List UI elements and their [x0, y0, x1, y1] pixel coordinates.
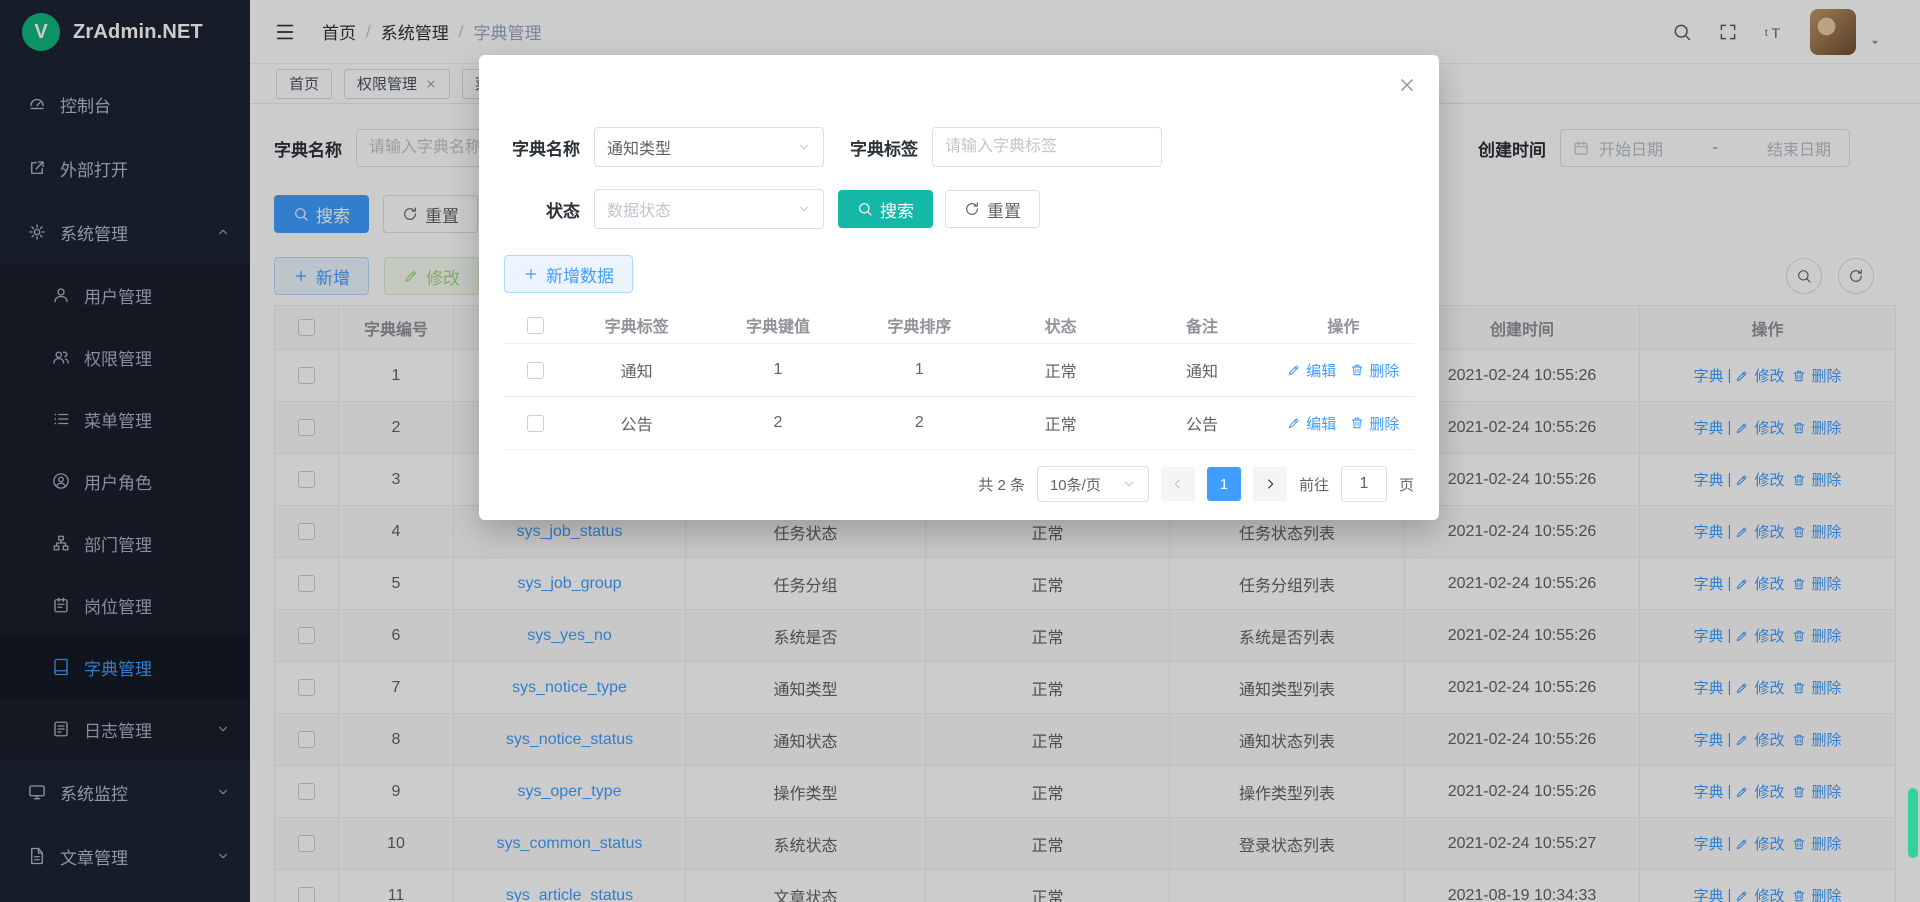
search-icon	[857, 201, 873, 217]
row-delete-link[interactable]: 删除	[1350, 413, 1399, 434]
dict-tag-label: 字典标签	[850, 135, 918, 160]
dict-data-row: 通知11正常通知编辑删除	[504, 344, 1414, 397]
add-dict-data-button[interactable]: 新增数据	[504, 255, 633, 293]
cell-status: 正常	[990, 344, 1131, 396]
plus-icon	[523, 266, 539, 282]
dialog-col: 字典标签	[566, 307, 707, 343]
dialog-filter-row-2: 状态 数据状态 搜索 重置	[504, 189, 1414, 229]
dialog-col: 操作	[1273, 307, 1414, 343]
pagination: 共 2 条 10条/页 1 前往 页	[504, 466, 1414, 502]
edit-icon	[1287, 416, 1301, 430]
refresh-icon	[964, 201, 980, 217]
cell-remark: 通知	[1131, 344, 1272, 396]
row-checkbox[interactable]	[527, 415, 544, 432]
dialog-col: 备注	[1131, 307, 1272, 343]
chevron-down-icon	[797, 202, 811, 216]
chevron-down-icon	[1122, 477, 1136, 491]
cell-status: 正常	[990, 397, 1131, 449]
page-1-button[interactable]: 1	[1207, 467, 1241, 501]
row-delete-link[interactable]: 删除	[1350, 360, 1399, 381]
next-page-button[interactable]	[1253, 467, 1287, 501]
dict-name-label: 字典名称	[504, 135, 580, 160]
goto-label: 前往	[1299, 474, 1329, 495]
dict-name-select[interactable]: 通知类型	[594, 127, 824, 167]
plus-icon	[523, 266, 539, 282]
cell-sort: 2	[849, 397, 990, 449]
dialog-col: 字典排序	[849, 307, 990, 343]
chevron-down-icon	[1122, 477, 1136, 491]
chevron-down-icon	[797, 202, 811, 216]
dict-tag-input[interactable]	[932, 127, 1162, 167]
page-size-select[interactable]: 10条/页	[1037, 466, 1149, 502]
cell-remark: 公告	[1131, 397, 1272, 449]
select-all-checkbox[interactable]	[527, 317, 544, 334]
trash-icon	[1350, 416, 1364, 430]
chevron-right-icon	[1262, 476, 1278, 492]
dialog-filter-row-1: 字典名称 通知类型 字典标签	[504, 127, 1414, 167]
status-select[interactable]: 数据状态	[594, 189, 824, 229]
page-unit-label: 页	[1399, 474, 1414, 495]
cell-value: 2	[707, 397, 848, 449]
close-icon[interactable]	[1397, 75, 1417, 95]
chevron-down-icon	[797, 140, 811, 154]
chevron-left-icon	[1170, 476, 1186, 492]
cell-label: 通知	[566, 344, 707, 396]
row-edit-link[interactable]: 编辑	[1287, 413, 1336, 434]
dict-data-table: 字典标签字典键值字典排序状态备注操作通知11正常通知编辑删除公告22正常公告编辑…	[504, 307, 1414, 450]
dict-data-row: 公告22正常公告编辑删除	[504, 397, 1414, 450]
cell-sort: 1	[849, 344, 990, 396]
dialog-col: 字典键值	[707, 307, 848, 343]
goto-page-input[interactable]	[1341, 466, 1387, 502]
close-icon	[1397, 75, 1417, 95]
dialog-table-header: 字典标签字典键值字典排序状态备注操作	[504, 307, 1414, 344]
row-checkbox[interactable]	[527, 362, 544, 379]
trash-icon	[1350, 363, 1364, 377]
chevron-down-icon	[797, 140, 811, 154]
dict-data-dialog: 字典名称 通知类型 字典标签 状态 数据状态 搜索 重置 新增数据 字典标签字典…	[479, 55, 1439, 520]
cell-value: 1	[707, 344, 848, 396]
search-icon	[857, 201, 873, 217]
prev-page-button[interactable]	[1161, 467, 1195, 501]
cell-label: 公告	[566, 397, 707, 449]
status-label: 状态	[504, 197, 580, 222]
row-edit-link[interactable]: 编辑	[1287, 360, 1336, 381]
dialog-col: 状态	[990, 307, 1131, 343]
dialog-search-button[interactable]: 搜索	[838, 190, 933, 228]
scrollbar-thumb[interactable]	[1908, 788, 1918, 858]
refresh-icon	[964, 201, 980, 217]
edit-icon	[1287, 363, 1301, 377]
dialog-reset-button[interactable]: 重置	[945, 190, 1040, 228]
pagination-total: 共 2 条	[978, 474, 1025, 495]
